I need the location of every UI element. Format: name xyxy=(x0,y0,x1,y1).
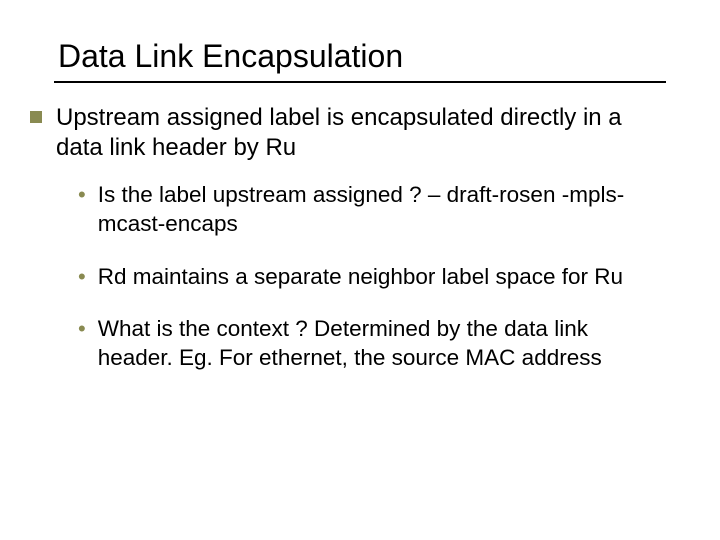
sub-item-text: What is the context ? Determined by the … xyxy=(98,315,666,373)
slide-title: Data Link Encapsulation xyxy=(58,38,666,75)
sub-bullet-item: • Is the label upstream assigned ? – dra… xyxy=(78,181,666,239)
dot-bullet-icon: • xyxy=(78,265,86,289)
dot-bullet-icon: • xyxy=(78,183,86,207)
title-underline xyxy=(54,81,666,83)
sub-item-text: Rd maintains a separate neighbor label s… xyxy=(98,263,623,292)
sub-bullet-item: • Rd maintains a separate neighbor label… xyxy=(78,263,666,292)
main-list: Upstream assigned label is encapsulated … xyxy=(54,103,666,397)
sub-list: • Is the label upstream assigned ? – dra… xyxy=(56,181,666,373)
square-bullet-icon xyxy=(30,111,42,123)
main-item-body: Upstream assigned label is encapsulated … xyxy=(56,103,666,397)
sub-item-text: Is the label upstream assigned ? – draft… xyxy=(98,181,666,239)
sub-bullet-item: • What is the context ? Determined by th… xyxy=(78,315,666,373)
main-bullet-item: Upstream assigned label is encapsulated … xyxy=(54,103,666,397)
main-item-text: Upstream assigned label is encapsulated … xyxy=(56,103,666,163)
slide: Data Link Encapsulation Upstream assigne… xyxy=(0,0,720,540)
dot-bullet-icon: • xyxy=(78,317,86,341)
